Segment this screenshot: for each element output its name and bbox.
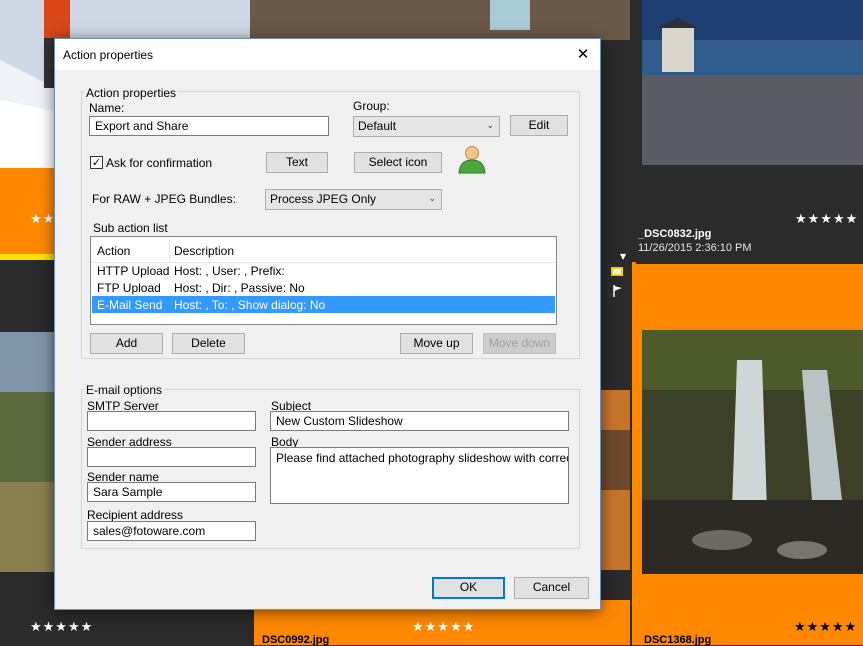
group-legend: Action properties: [84, 86, 179, 100]
ok-button[interactable]: OK: [432, 577, 505, 599]
rating-stars[interactable]: ★★★★★: [795, 212, 858, 227]
row-action: E-Mail Send: [97, 298, 163, 312]
user-icon: [456, 142, 488, 174]
comment-icon[interactable]: [611, 267, 623, 276]
select-icon-button[interactable]: Select icon: [354, 152, 442, 173]
column-separator[interactable]: [169, 239, 170, 261]
raw-jpeg-select-value: Process JPEG Only: [270, 192, 377, 206]
move-down-button[interactable]: Move down: [483, 333, 556, 354]
thumbnail-image: [642, 0, 863, 165]
list-item[interactable]: HTTP Upload Host: , User: , Prefix:: [92, 262, 555, 279]
name-input[interactable]: Export and Share: [89, 116, 329, 136]
rating-stars[interactable]: ★★: [30, 212, 55, 227]
cancel-button[interactable]: Cancel: [514, 577, 589, 599]
edit-button[interactable]: Edit: [510, 115, 568, 136]
move-up-button[interactable]: Move up: [400, 333, 473, 354]
name-label: Name:: [89, 101, 125, 115]
rating-stars[interactable]: ★★★★★: [794, 620, 857, 635]
list-header: Action Description: [91, 237, 556, 263]
flag-icon[interactable]: [613, 285, 623, 297]
sub-action-list[interactable]: Action Description HTTP Upload Host: , U…: [90, 236, 557, 325]
sub-action-label: Sub action list: [93, 221, 168, 235]
ask-confirmation-label[interactable]: Ask for confirmation: [106, 156, 212, 170]
delete-button[interactable]: Delete: [172, 333, 245, 354]
sender-name-input[interactable]: Sara Sample: [87, 482, 256, 502]
chevron-down-icon: ⌄: [428, 194, 436, 204]
body-textarea[interactable]: Please find attached photography slidesh…: [270, 447, 569, 504]
thumbnail-image: [642, 330, 863, 574]
recipient-address-label: Recipient address: [87, 508, 184, 522]
raw-jpeg-select[interactable]: Process JPEG Only ⌄: [265, 189, 442, 210]
smtp-server-input[interactable]: [87, 411, 256, 431]
dialog-title: Action properties: [63, 48, 154, 62]
file-name: DSC1368.jpg: [644, 634, 712, 646]
ask-confirmation-checkbox[interactable]: ✓: [90, 156, 103, 169]
group-select-value: Default: [358, 119, 397, 133]
thumbnail-image: [0, 332, 60, 572]
chevron-down-icon: ⌄: [486, 121, 494, 131]
row-description: Host: , To: , Show dialog: No: [174, 298, 326, 312]
action-properties-dialog: Action properties ✕ Action properties Na…: [54, 38, 601, 610]
list-item[interactable]: FTP Upload Host: , Dir: , Passive: No: [92, 279, 555, 296]
raw-jpeg-label: For RAW + JPEG Bundles:: [92, 192, 236, 206]
sender-address-input[interactable]: [87, 447, 256, 467]
row-description: Host: , Dir: , Passive: No: [174, 281, 305, 295]
recipient-address-input[interactable]: sales@fotoware.com: [87, 521, 256, 541]
text-button[interactable]: Text: [266, 152, 328, 173]
file-name: _DSC0832.jpg: [638, 228, 712, 240]
row-action: HTTP Upload: [97, 264, 170, 278]
file-name: DSC0992.jpg: [262, 634, 330, 646]
thumbnail-tile[interactable]: ★★★★★ DSC1368.jpg: [636, 264, 863, 646]
column-header-action[interactable]: Action: [97, 244, 130, 258]
group-label: Group:: [353, 99, 390, 113]
add-button[interactable]: Add: [90, 333, 163, 354]
group-select[interactable]: Default ⌄: [353, 116, 500, 137]
row-action: FTP Upload: [97, 281, 161, 295]
rating-stars[interactable]: ★★★★★: [30, 620, 93, 635]
group-legend: E-mail options: [84, 383, 165, 397]
rating-stars[interactable]: ★★★★★: [412, 620, 475, 635]
file-date: 11/26/2015 2:36:10 PM: [638, 242, 752, 254]
thumbnail-tile[interactable]: ★★★★★ _DSC0832.jpg 11/26/2015 2:36:10 PM…: [620, 0, 863, 262]
column-header-description[interactable]: Description: [174, 244, 234, 258]
list-item-selected[interactable]: E-Mail Send Host: , To: , Show dialog: N…: [92, 296, 555, 313]
tile-divider: [632, 262, 636, 645]
close-icon[interactable]: ✕: [570, 43, 596, 65]
thumbnail-image: [600, 390, 630, 570]
subject-input[interactable]: New Custom Slideshow: [270, 411, 569, 431]
thumbnail-image: [250, 0, 630, 40]
row-description: Host: , User: , Prefix:: [174, 264, 285, 278]
title-bar[interactable]: Action properties ✕: [55, 39, 600, 70]
chevron-down-icon[interactable]: ▼: [620, 252, 626, 261]
